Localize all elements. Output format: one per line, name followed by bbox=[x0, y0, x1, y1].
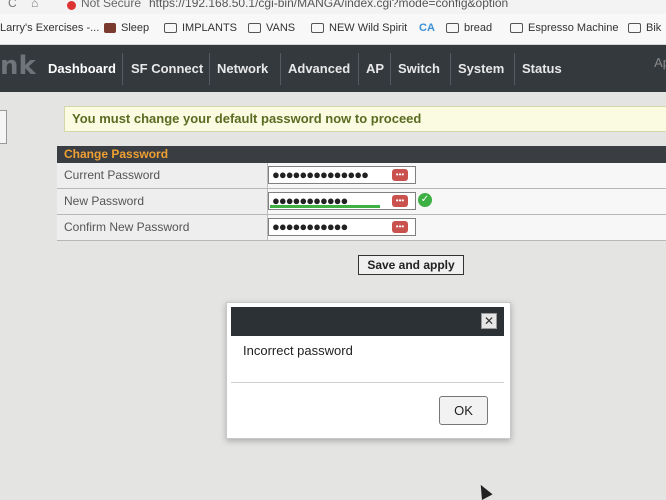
dialog-message: Incorrect password bbox=[243, 343, 353, 358]
home-icon[interactable]: ⌂ bbox=[31, 0, 38, 10]
bookmark-folder[interactable]: Espresso Machine bbox=[510, 22, 619, 34]
bookmark-folder[interactable]: Bik bbox=[628, 22, 661, 34]
mouse-cursor-icon bbox=[475, 482, 493, 500]
sidebar-edge bbox=[0, 110, 7, 144]
tab-divider bbox=[122, 53, 123, 85]
current-password-input[interactable]: ●●●●●●●●●●●●●● ••• bbox=[268, 166, 416, 184]
current-password-label: Current Password bbox=[57, 163, 268, 188]
new-password-label: New Password bbox=[57, 189, 268, 214]
close-icon[interactable]: ✕ bbox=[481, 313, 497, 329]
bookmark-favicon[interactable]: CA bbox=[419, 22, 435, 34]
tab-divider bbox=[514, 53, 515, 85]
not-secure-label[interactable]: Not Secure bbox=[81, 0, 141, 10]
bookmark-item[interactable]: Larry's Exercises -... bbox=[0, 22, 99, 34]
folder-icon bbox=[311, 23, 324, 33]
bookmark-favicon-icon bbox=[104, 23, 116, 33]
check-icon: ✓ bbox=[418, 193, 432, 207]
tab-dashboard[interactable]: Dashboard bbox=[48, 45, 116, 92]
tab-advanced[interactable]: Advanced bbox=[288, 45, 350, 92]
tab-sf-connect[interactable]: SF Connect bbox=[131, 45, 203, 92]
confirm-password-input[interactable]: ●●●●●●●●●●● ••• bbox=[268, 218, 416, 236]
folder-icon bbox=[510, 23, 523, 33]
new-password-row: New Password ●●●●●●●●●●● ••• ✓ bbox=[57, 189, 666, 215]
ok-button[interactable]: OK bbox=[439, 396, 488, 425]
change-password-form: Change Password Current Password ●●●●●●●… bbox=[57, 146, 666, 241]
nav-apply-link[interactable]: Ap bbox=[654, 55, 666, 70]
bookmarks-bar: Larry's Exercises -... Sleep IMPLANTS VA… bbox=[0, 14, 666, 45]
bookmark-folder[interactable]: IMPLANTS bbox=[164, 22, 237, 34]
dialog-divider bbox=[231, 382, 504, 383]
save-and-apply-button[interactable]: Save and apply bbox=[358, 255, 464, 275]
show-password-icon[interactable]: ••• bbox=[392, 221, 408, 233]
confirm-password-cell: ●●●●●●●●●●● ••• bbox=[268, 215, 666, 240]
bookmark-folder[interactable]: bread bbox=[446, 22, 492, 34]
show-password-icon[interactable]: ••• bbox=[392, 195, 408, 207]
brand-logo[interactable]: nk bbox=[0, 51, 36, 81]
password-strength-bar bbox=[270, 205, 380, 208]
tab-ap[interactable]: AP bbox=[366, 45, 384, 92]
reload-icon[interactable]: C bbox=[8, 0, 17, 10]
bookmark-folder[interactable]: NEW Wild Spirit bbox=[311, 22, 407, 34]
main-navbar: nk Dashboard SF Connect Network Advanced… bbox=[0, 45, 666, 92]
url-text[interactable]: https://192.168.50.1/cgi-bin/MANGA/index… bbox=[149, 0, 508, 10]
warning-icon bbox=[67, 1, 76, 10]
folder-icon bbox=[446, 23, 459, 33]
tab-divider bbox=[450, 53, 451, 85]
tab-divider bbox=[390, 53, 391, 85]
folder-icon bbox=[248, 23, 261, 33]
tab-divider bbox=[358, 53, 359, 85]
bookmark-folder[interactable]: VANS bbox=[248, 22, 295, 34]
show-password-icon[interactable]: ••• bbox=[392, 169, 408, 181]
tab-divider bbox=[209, 53, 210, 85]
form-title: Change Password bbox=[57, 146, 666, 163]
folder-icon bbox=[628, 23, 641, 33]
new-password-cell: ●●●●●●●●●●● ••• ✓ bbox=[268, 189, 666, 214]
tab-system[interactable]: System bbox=[458, 45, 504, 92]
tab-network[interactable]: Network bbox=[217, 45, 268, 92]
ca-logo-icon: CA bbox=[419, 22, 435, 34]
dialog-title-bar: ✕ bbox=[231, 307, 504, 336]
browser-url-bar: C ⌂ Not Secure https://192.168.50.1/cgi-… bbox=[0, 0, 666, 14]
current-password-row: Current Password ●●●●●●●●●●●●●● ••• bbox=[57, 163, 666, 189]
confirm-password-label: Confirm New Password bbox=[57, 215, 268, 240]
tab-switch[interactable]: Switch bbox=[398, 45, 440, 92]
current-password-cell: ●●●●●●●●●●●●●● ••• bbox=[268, 163, 666, 188]
tab-status[interactable]: Status bbox=[522, 45, 562, 92]
tab-divider bbox=[280, 53, 281, 85]
password-notice: You must change your default password no… bbox=[64, 106, 666, 132]
bookmark-item[interactable]: Sleep bbox=[104, 22, 149, 34]
error-dialog: ✕ Incorrect password OK bbox=[226, 302, 511, 439]
confirm-password-row: Confirm New Password ●●●●●●●●●●● ••• bbox=[57, 215, 666, 241]
new-password-input[interactable]: ●●●●●●●●●●● ••• bbox=[268, 192, 416, 210]
folder-icon bbox=[164, 23, 177, 33]
